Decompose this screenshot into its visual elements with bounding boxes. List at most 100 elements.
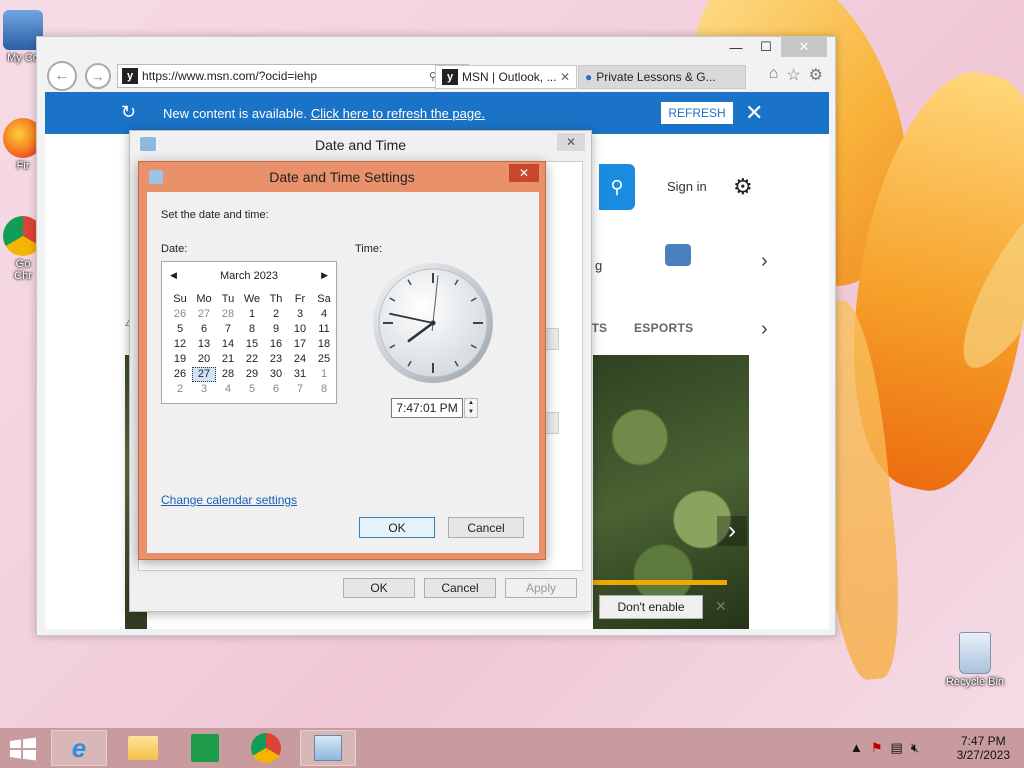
refresh-button[interactable]: REFRESH: [661, 102, 733, 124]
desktop-icon-recycle-bin[interactable]: Recycle Bin: [940, 632, 1010, 688]
calendar-day[interactable]: 10: [288, 322, 312, 337]
close-icon[interactable]: ✕: [715, 598, 727, 615]
notification-text: New content is available.: [163, 105, 307, 121]
close-icon[interactable]: ✕: [745, 100, 763, 126]
taskbar-internet-explorer[interactable]: e: [51, 730, 107, 766]
calendar-day-other-month[interactable]: 8: [312, 382, 336, 397]
taskbar-file-explorer[interactable]: [115, 730, 171, 766]
calendar-day[interactable]: 31: [288, 367, 312, 382]
calendar-day[interactable]: 8: [240, 322, 264, 337]
volume-muted-icon[interactable]: 🔇︎: [911, 740, 919, 756]
calendar-day-other-month[interactable]: 3: [192, 382, 216, 397]
calendar-day[interactable]: 20: [192, 352, 216, 367]
cancel-button[interactable]: Cancel: [448, 517, 524, 538]
close-dialog-button[interactable]: ✕: [509, 164, 539, 182]
calendar-day[interactable]: 17: [288, 337, 312, 352]
triangle-right-icon[interactable]: ▶: [321, 270, 328, 281]
refresh-icon: ↻: [121, 102, 137, 122]
web-search-button[interactable]: ⚲: [599, 164, 635, 210]
close-window-button[interactable]: ✕: [781, 37, 827, 57]
calendar-day[interactable]: 1: [240, 307, 264, 322]
calendar-day[interactable]: 6: [192, 322, 216, 337]
calendar-day[interactable]: 23: [264, 352, 288, 367]
calendar-day[interactable]: 21: [216, 352, 240, 367]
gear-icon[interactable]: ⚙: [809, 65, 823, 85]
calendar-day[interactable]: 9: [264, 322, 288, 337]
calendar-day-other-month[interactable]: 1: [312, 367, 336, 382]
tab-msn[interactable]: y MSN | Outlook, ... ✕: [435, 65, 577, 89]
calendar-day-other-month[interactable]: 27: [192, 307, 216, 322]
calendar-day[interactable]: 28: [216, 367, 240, 382]
cancel-button[interactable]: Cancel: [424, 578, 496, 598]
calendar-day[interactable]: 15: [240, 337, 264, 352]
calendar-day[interactable]: 11: [312, 322, 336, 337]
calendar-day-other-month[interactable]: 2: [168, 382, 192, 397]
calendar-day[interactable]: 19: [168, 352, 192, 367]
calendar-day[interactable]: 3: [288, 307, 312, 322]
calendar-day[interactable]: 30: [264, 367, 288, 382]
msn-site-icon: y: [442, 69, 458, 85]
calendar-day[interactable]: 18: [312, 337, 336, 352]
address-bar[interactable]: y https://www.msn.com/?ocid=iehp ⚲ 🔒︎ ↻: [117, 64, 469, 88]
taskbar-store[interactable]: [177, 730, 233, 766]
close-dialog-button[interactable]: ✕: [557, 133, 585, 151]
star-icon[interactable]: ☆: [786, 65, 800, 85]
calendar-day[interactable]: 4: [312, 307, 336, 322]
tab-label: Private Lessons & G...: [596, 70, 716, 84]
calendar-day[interactable]: 25: [312, 352, 336, 367]
calendar-day[interactable]: 24: [288, 352, 312, 367]
calendar-day[interactable]: 26: [168, 367, 192, 382]
calendar-month-title[interactable]: March 2023: [162, 270, 336, 282]
action-center-flag-icon[interactable]: ⚑: [871, 740, 883, 756]
time-input[interactable]: 7:47:01 PM: [391, 398, 463, 418]
carousel-next-button[interactable]: ›: [717, 516, 747, 546]
close-tab-icon[interactable]: ✕: [560, 70, 570, 84]
calendar-day-other-month[interactable]: 26: [168, 307, 192, 322]
instruction-text: Set the date and time:: [161, 209, 269, 221]
taskbar-clock[interactable]: 7:47 PM 3/27/2023: [957, 734, 1010, 762]
calendar-day-other-month[interactable]: 7: [288, 382, 312, 397]
traffic-car-icon: [665, 244, 691, 266]
sign-in-link[interactable]: Sign in: [667, 179, 707, 194]
taskbar-date-time[interactable]: [300, 730, 356, 766]
spin-up-icon[interactable]: ▲: [465, 399, 477, 408]
change-calendar-settings-link[interactable]: Change calendar settings: [161, 493, 297, 507]
tab-private-lessons[interactable]: ● Private Lessons & G...: [578, 65, 746, 89]
spin-down-icon[interactable]: ▼: [465, 408, 477, 417]
apply-button[interactable]: Apply: [505, 578, 577, 598]
calendar-day[interactable]: 27: [192, 367, 216, 382]
show-hidden-icons-icon[interactable]: ▲: [850, 740, 863, 756]
nav-esports[interactable]: ESPORTS: [634, 321, 693, 335]
settings-gear-icon[interactable]: ⚙: [733, 174, 753, 200]
taskbar-chrome[interactable]: [238, 730, 294, 766]
windows-start-button[interactable]: [8, 737, 38, 761]
calendar-day[interactable]: 29: [240, 367, 264, 382]
maximize-button[interactable]: ☐: [751, 37, 781, 57]
minimize-button[interactable]: —: [721, 37, 751, 57]
forward-button[interactable]: →: [85, 63, 111, 89]
calendar-day[interactable]: 22: [240, 352, 264, 367]
calendar-day[interactable]: 13: [192, 337, 216, 352]
chevron-right-icon[interactable]: ›: [761, 318, 768, 341]
chevron-right-icon[interactable]: ›: [761, 250, 768, 273]
calendar-day-other-month[interactable]: 4: [216, 382, 240, 397]
time-spinner[interactable]: ▲ ▼: [464, 398, 478, 418]
calendar-day-other-month[interactable]: 6: [264, 382, 288, 397]
calendar-day[interactable]: 5: [168, 322, 192, 337]
refresh-page-link[interactable]: Click here to refresh the page.: [311, 106, 485, 121]
home-icon[interactable]: ⌂: [769, 65, 779, 85]
close-icon: ✕: [518, 166, 530, 180]
dont-enable-button[interactable]: Don't enable: [599, 595, 703, 619]
news-image-leaves[interactable]: [593, 355, 749, 629]
calendar-day-other-month[interactable]: 28: [216, 307, 240, 322]
calendar-day[interactable]: 16: [264, 337, 288, 352]
calendar-day[interactable]: 7: [216, 322, 240, 337]
calendar-day[interactable]: 14: [216, 337, 240, 352]
ok-button[interactable]: OK: [359, 517, 435, 538]
calendar-day-other-month[interactable]: 5: [240, 382, 264, 397]
back-button[interactable]: ←: [47, 61, 77, 91]
ok-button[interactable]: OK: [343, 578, 415, 598]
calendar-day[interactable]: 2: [264, 307, 288, 322]
network-icon[interactable]: ▤: [891, 740, 903, 756]
calendar-day[interactable]: 12: [168, 337, 192, 352]
